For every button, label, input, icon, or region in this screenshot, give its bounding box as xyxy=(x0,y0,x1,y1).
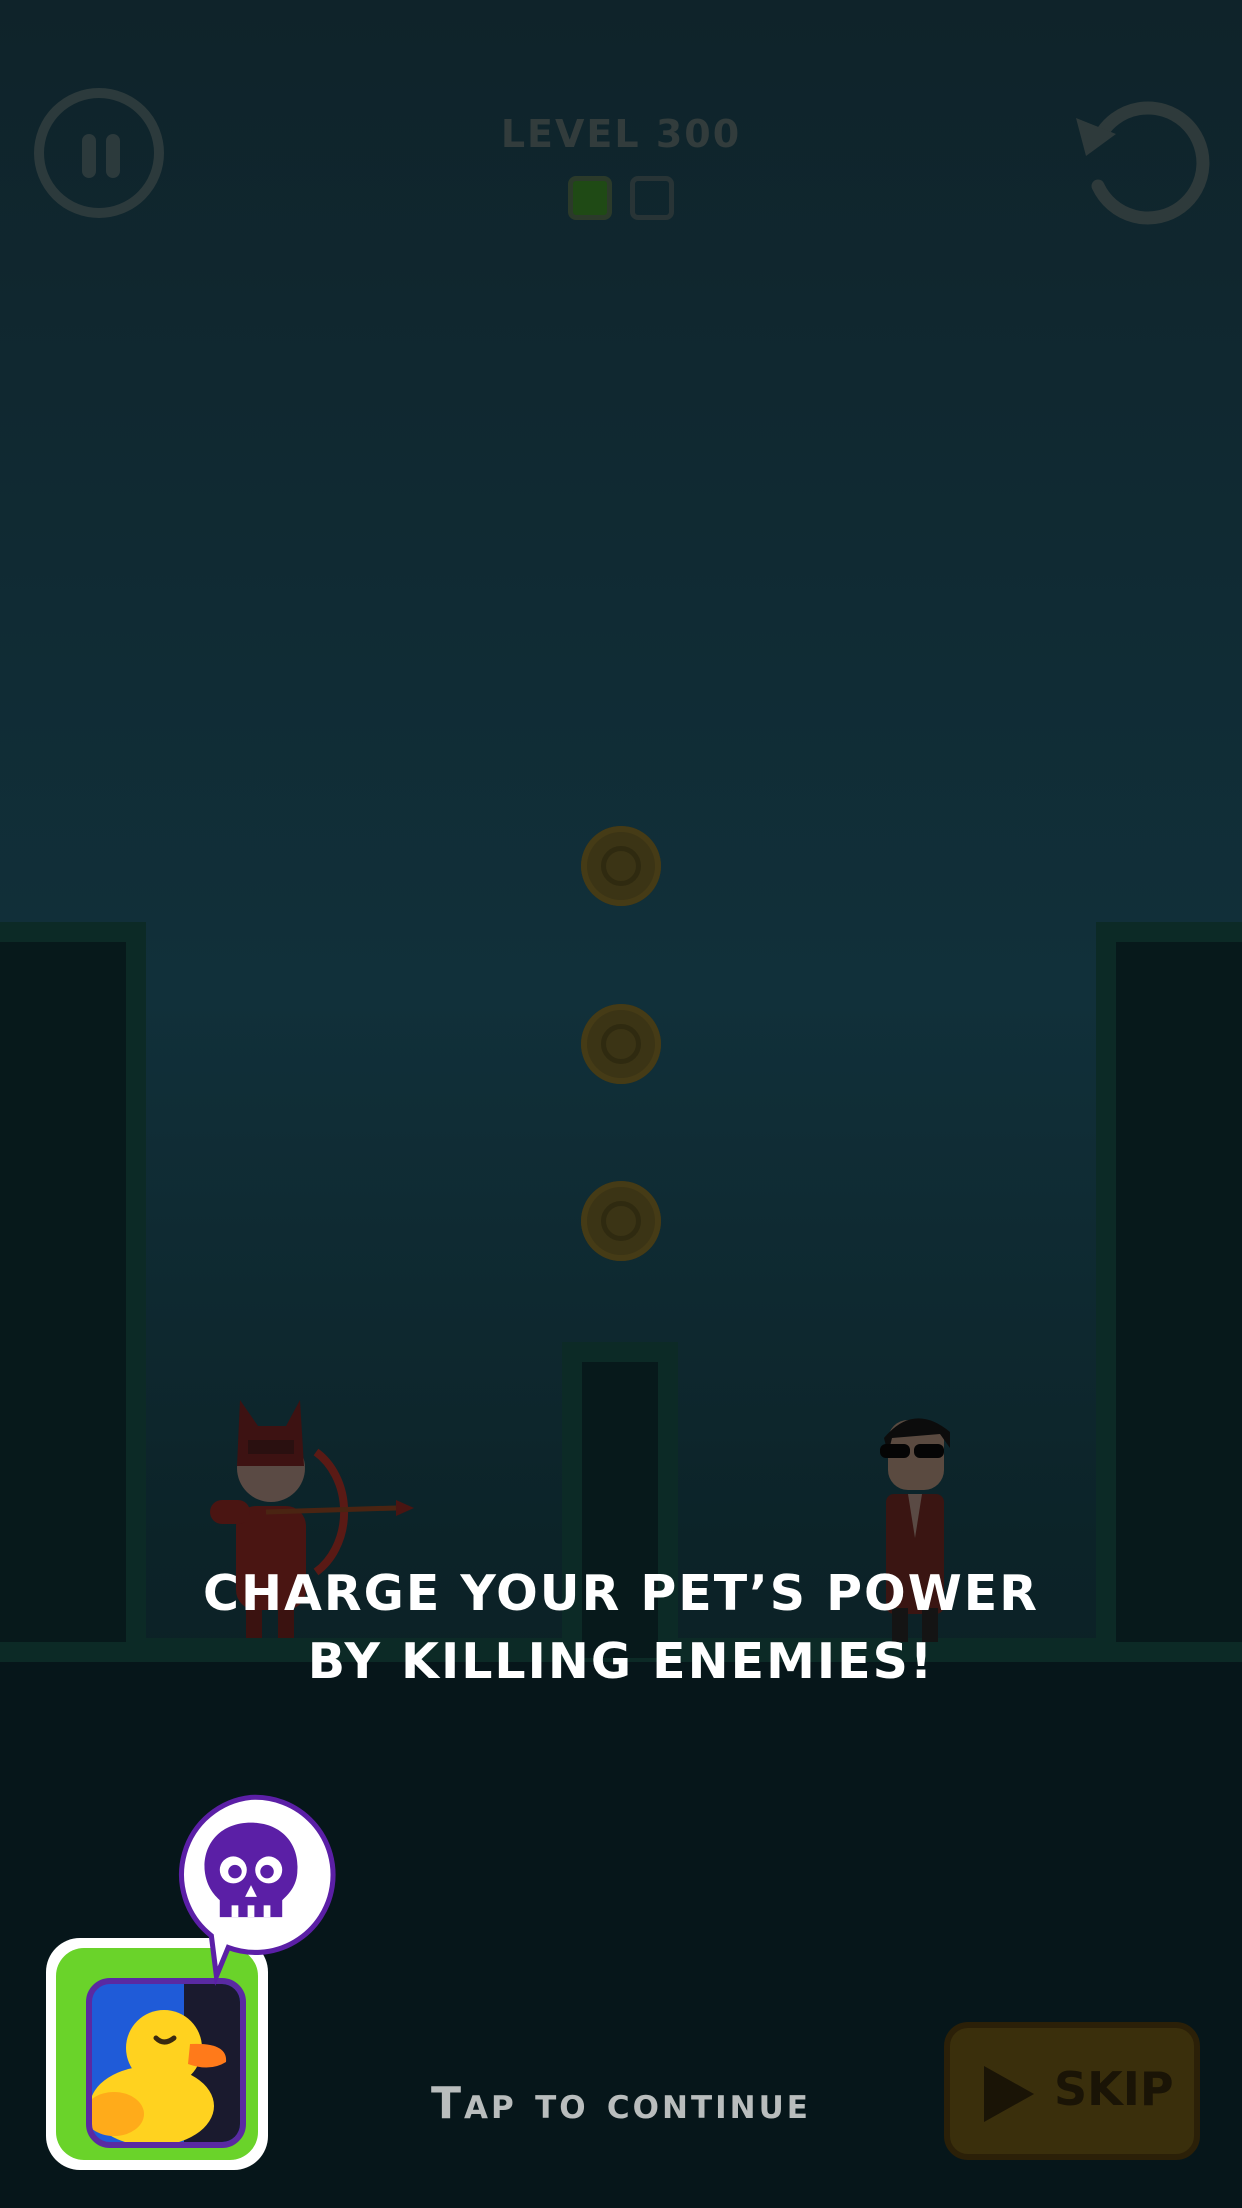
right-wall xyxy=(1096,922,1242,1662)
restart-button[interactable] xyxy=(1070,90,1210,230)
play-triangle-icon xyxy=(984,2066,1034,2122)
tutorial-line-2: BY KILLING ENEMIES! xyxy=(307,1633,935,1690)
tutorial-message: CHARGE YOUR PET’S POWER BY KILLING ENEMI… xyxy=(0,1560,1242,1696)
restart-icon xyxy=(1076,101,1210,225)
rubber-duck-icon xyxy=(92,1984,240,2142)
stage-indicator-complete xyxy=(568,176,612,220)
left-wall xyxy=(0,922,146,1662)
game-screen[interactable]: LEVEL 300 CHARGE YOUR PET’S POWER BY KIL… xyxy=(0,0,1242,2208)
tutorial-line-1: CHARGE YOUR PET’S POWER xyxy=(203,1565,1039,1622)
coin xyxy=(581,1181,661,1261)
skip-label: SKIP xyxy=(1054,2062,1174,2116)
coin xyxy=(581,826,661,906)
skip-button[interactable]: SKIP xyxy=(944,2022,1200,2160)
level-title: LEVEL 300 xyxy=(500,112,742,156)
speech-bubble xyxy=(178,1794,336,1987)
stage-indicator-pending xyxy=(630,176,674,220)
coin xyxy=(581,1004,661,1084)
pet-portrait xyxy=(86,1978,246,2148)
